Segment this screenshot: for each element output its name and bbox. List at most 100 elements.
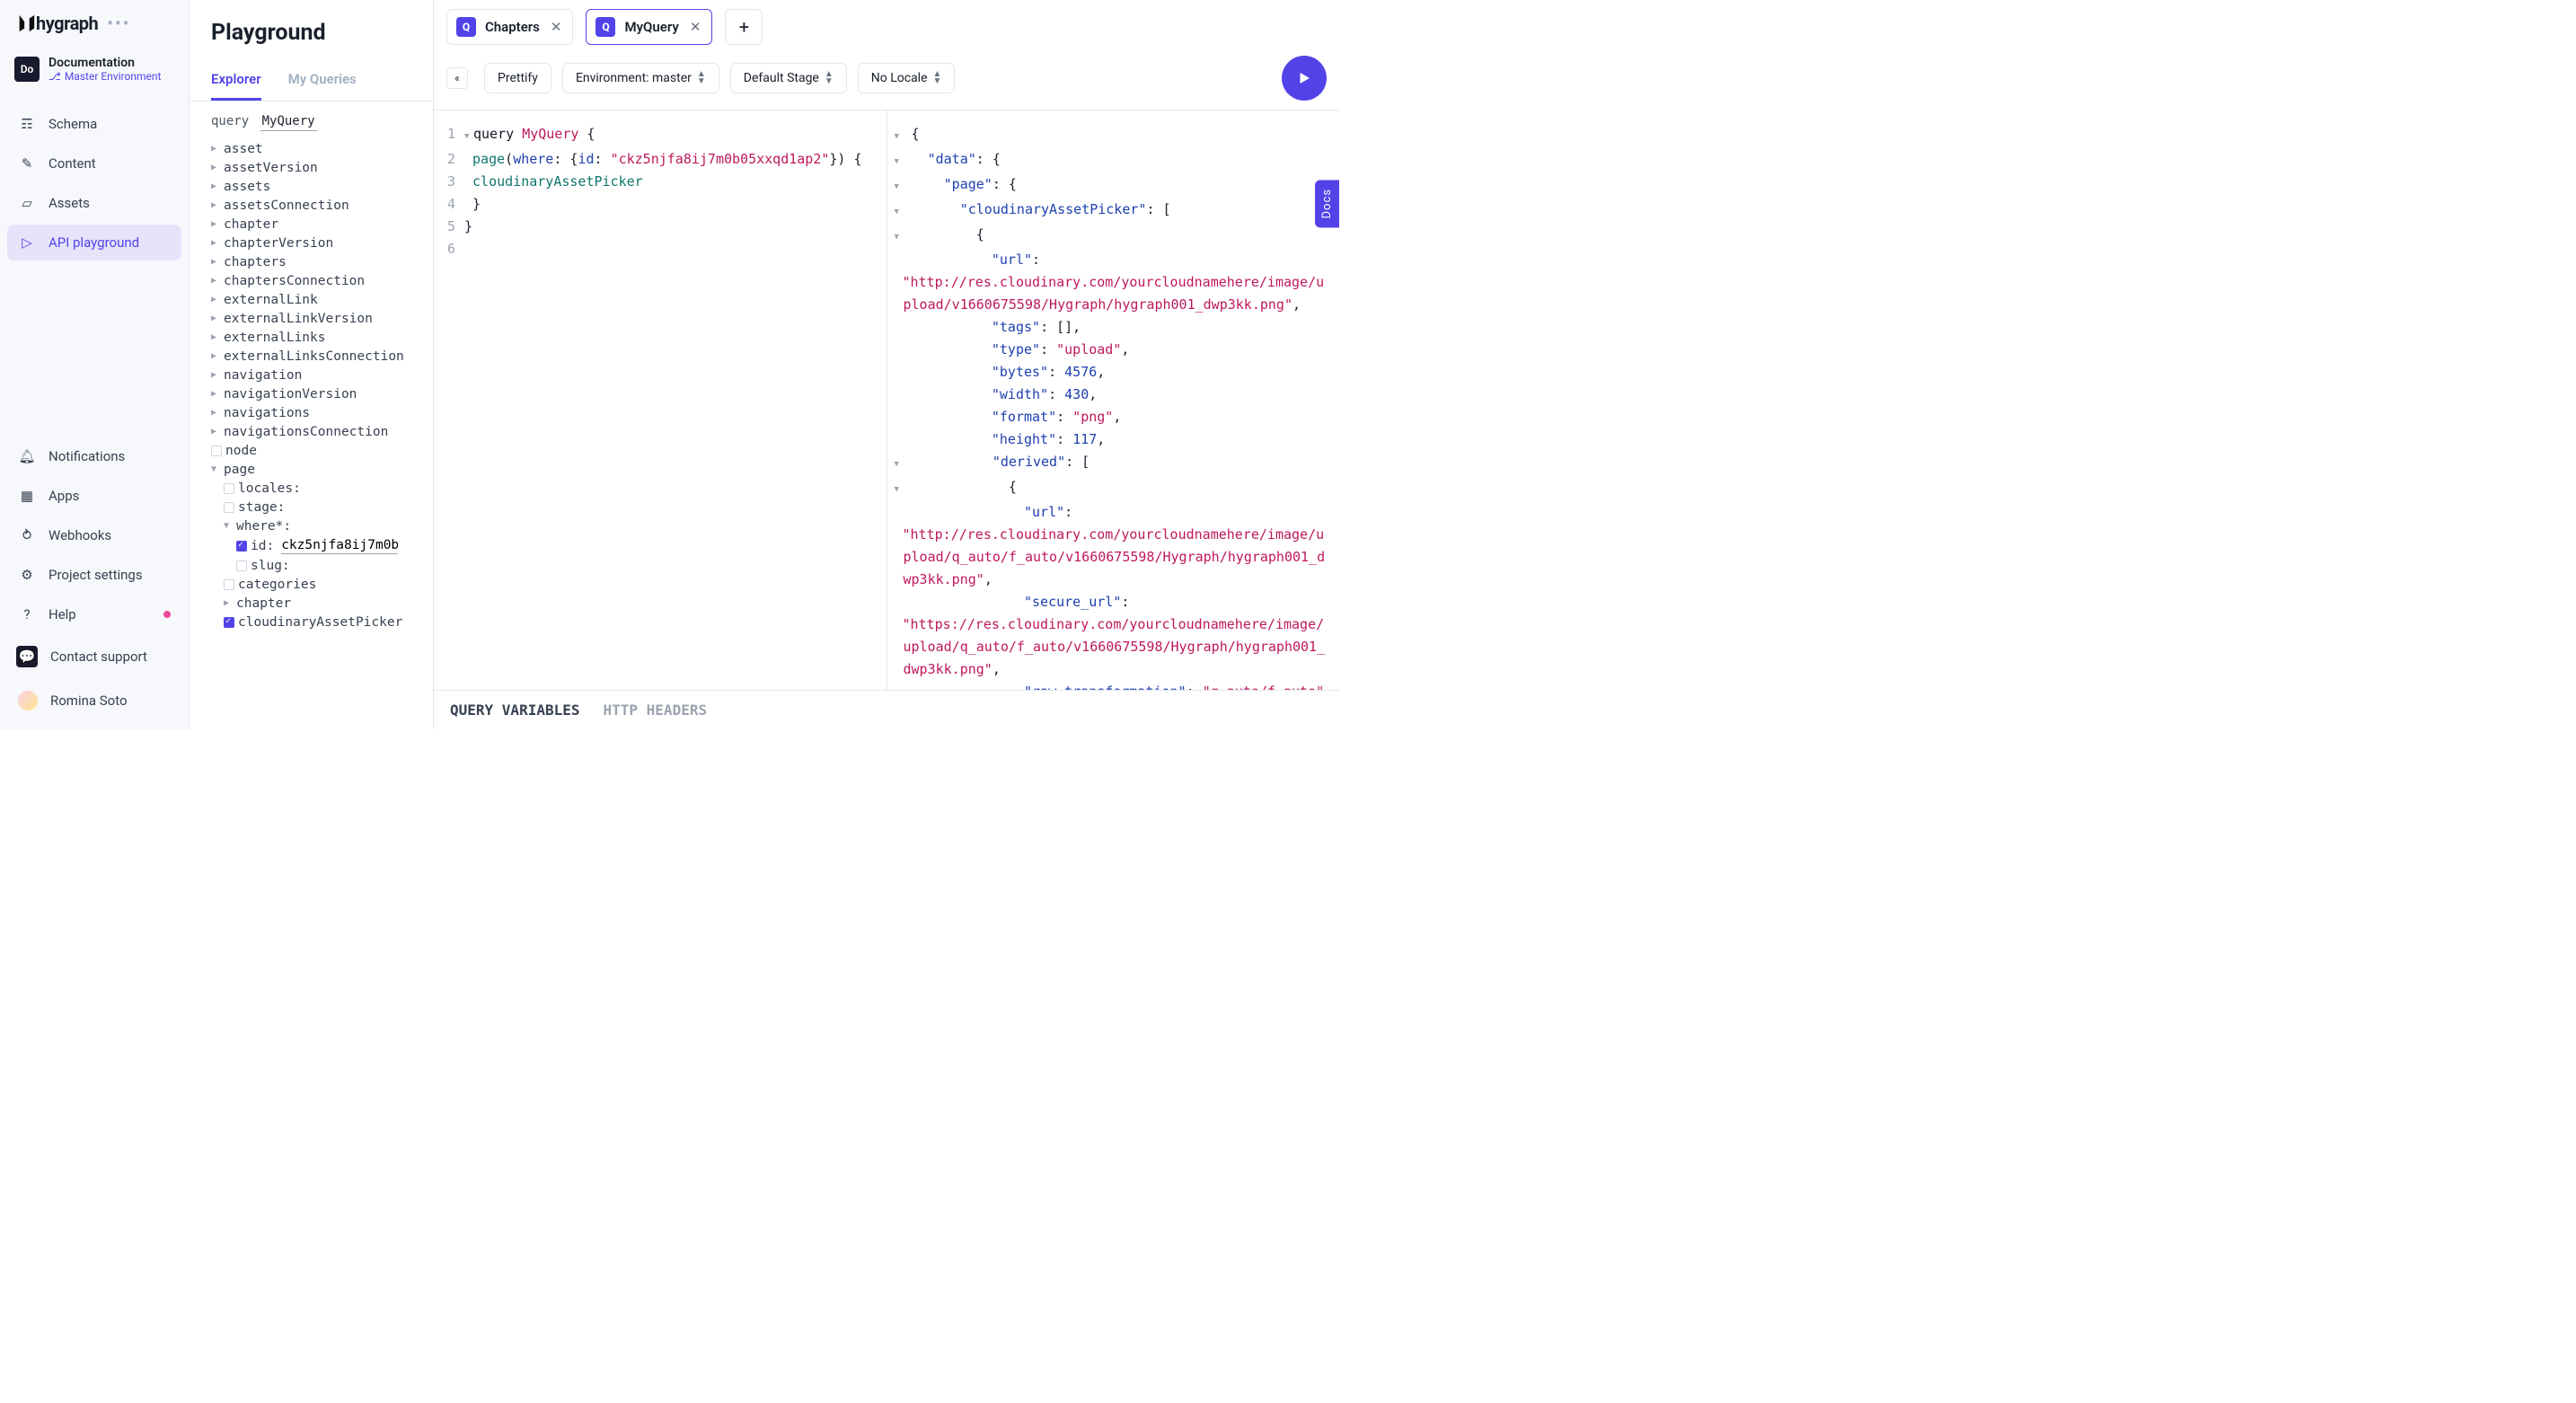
tab-query-variables[interactable]: QUERY VARIABLES xyxy=(450,702,580,719)
tab-my-queries[interactable]: My Queries xyxy=(288,60,357,101)
edit-icon: ✎ xyxy=(18,155,36,172)
tree-slug[interactable]: slug: xyxy=(236,556,428,575)
nav-api-playground[interactable]: ▷API playground xyxy=(7,225,181,260)
play-icon: ▷ xyxy=(18,234,36,251)
nav-assets[interactable]: ▱Assets xyxy=(7,185,181,221)
grid-icon: ▦ xyxy=(18,488,36,504)
nav-help[interactable]: ?Help xyxy=(7,596,181,632)
tree-chapters[interactable]: ▶chapters xyxy=(211,252,428,271)
query-name-input[interactable]: MyQuery xyxy=(260,114,317,131)
id-input[interactable] xyxy=(281,538,398,554)
query-editor[interactable]: 1▼query MyQuery { 2 page(where: {id: "ck… xyxy=(434,110,887,690)
tree-where[interactable]: ▼where*: xyxy=(224,516,428,535)
tree-assets[interactable]: ▶assets xyxy=(211,177,428,196)
chevron-left-icon: « xyxy=(454,72,460,84)
stage-select[interactable]: Default Stage▲▼ xyxy=(730,63,847,93)
bottom-tabs: QUERY VARIABLES HTTP HEADERS xyxy=(434,690,1339,729)
nav-apps[interactable]: ▦Apps xyxy=(7,478,181,514)
close-icon[interactable]: ✕ xyxy=(688,19,703,35)
more-icon[interactable]: ••• xyxy=(107,13,130,34)
tree-chapter[interactable]: ▶chapter xyxy=(211,215,428,234)
checkbox-checked-icon[interactable] xyxy=(224,617,234,628)
explorer-panel: Playground Explorer My Queries query MyQ… xyxy=(190,0,434,729)
schema-tree: ▶asset ▶assetVersion ▶assets ▶assetsConn… xyxy=(190,137,433,729)
sidebar: hygraph ••• Do Documentation ⎇Master Env… xyxy=(0,0,190,729)
toolbar: « Prettify Environment: master▲▼ Default… xyxy=(434,45,1339,110)
nav-webhooks[interactable]: ⥁Webhooks xyxy=(7,517,181,553)
sort-icon: ▲▼ xyxy=(933,71,942,85)
image-icon: ▱ xyxy=(18,195,36,211)
tree-navigation[interactable]: ▶navigation xyxy=(211,366,428,384)
tree-locales[interactable]: locales: xyxy=(224,479,428,498)
tree-navigationsConnection[interactable]: ▶navigationsConnection xyxy=(211,422,428,441)
nav-primary: ☶Schema ✎Content ▱Assets ▷API playground xyxy=(0,97,189,260)
sort-icon: ▲▼ xyxy=(697,71,706,85)
tree-cloudinaryAssetPicker[interactable]: cloudinaryAssetPicker xyxy=(224,613,428,631)
branch-icon: ⎇ xyxy=(49,70,61,83)
collapse-button[interactable]: « xyxy=(446,67,468,89)
help-badge xyxy=(163,611,171,618)
checkbox-icon[interactable] xyxy=(224,579,234,590)
tree-chapter-child[interactable]: ▶chapter xyxy=(224,594,428,613)
workspace-badge: Do xyxy=(14,57,40,82)
tree-assetsConnection[interactable]: ▶assetsConnection xyxy=(211,196,428,215)
tree-asset[interactable]: ▶asset xyxy=(211,139,428,158)
environment-select[interactable]: Environment: master▲▼ xyxy=(562,63,719,93)
tree-node[interactable]: node xyxy=(211,441,428,460)
play-fill-icon xyxy=(1296,70,1312,86)
close-icon[interactable]: ✕ xyxy=(549,19,564,35)
nav-notifications[interactable]: 🔔︎Notifications xyxy=(7,438,181,474)
tree-externalLinksConnection[interactable]: ▶externalLinksConnection xyxy=(211,347,428,366)
nav-content[interactable]: ✎Content xyxy=(7,146,181,181)
checkbox-icon[interactable] xyxy=(211,446,222,456)
checkbox-checked-icon[interactable] xyxy=(236,541,247,551)
checkbox-icon[interactable] xyxy=(236,560,247,571)
query-tabs: Q Chapters ✕ Q MyQuery ✕ + xyxy=(434,0,1339,45)
tree-externalLinkVersion[interactable]: ▶externalLinkVersion xyxy=(211,309,428,328)
tree-chaptersConnection[interactable]: ▶chaptersConnection xyxy=(211,271,428,290)
logo[interactable]: hygraph ••• xyxy=(0,13,189,50)
tree-externalLink[interactable]: ▶externalLink xyxy=(211,290,428,309)
locale-select[interactable]: No Locale▲▼ xyxy=(858,63,956,93)
tree-id[interactable]: id: xyxy=(236,535,428,556)
workspace-title: Documentation xyxy=(49,56,161,70)
tree-chapterVersion[interactable]: ▶chapterVersion xyxy=(211,234,428,252)
query-name-row: query MyQuery xyxy=(190,101,433,137)
tree-navigationVersion[interactable]: ▶navigationVersion xyxy=(211,384,428,403)
tree-page[interactable]: ▼page xyxy=(211,460,428,479)
checkbox-icon[interactable] xyxy=(224,502,234,513)
help-icon: ? xyxy=(18,606,36,622)
nav-contact-support[interactable]: 💬Contact support xyxy=(7,636,181,677)
nav-user[interactable]: Romina Soto xyxy=(7,681,181,720)
chat-icon: 💬 xyxy=(16,646,38,667)
prettify-button[interactable]: Prettify xyxy=(484,63,551,93)
logo-text: hygraph xyxy=(36,13,98,34)
tab-explorer[interactable]: Explorer xyxy=(211,60,261,101)
explorer-tabs: Explorer My Queries xyxy=(190,60,433,101)
tree-externalLinks[interactable]: ▶externalLinks xyxy=(211,328,428,347)
nav-secondary: 🔔︎Notifications ▦Apps ⥁Webhooks ⚙Project… xyxy=(0,435,189,729)
nav-schema[interactable]: ☶Schema xyxy=(7,106,181,142)
tree-stage[interactable]: stage: xyxy=(224,498,428,516)
nav-project-settings[interactable]: ⚙Project settings xyxy=(7,557,181,593)
workspace-selector[interactable]: Do Documentation ⎇Master Environment xyxy=(0,50,189,97)
run-button[interactable] xyxy=(1282,56,1327,101)
workspace-env: ⎇Master Environment xyxy=(49,70,161,83)
gear-icon: ⚙ xyxy=(18,567,36,583)
tree-navigations[interactable]: ▶navigations xyxy=(211,403,428,422)
docs-tab[interactable]: Docs xyxy=(1315,180,1339,227)
add-tab-button[interactable]: + xyxy=(725,9,763,45)
avatar xyxy=(18,691,38,710)
tab-chapters[interactable]: Q Chapters ✕ xyxy=(446,9,573,45)
bell-icon: 🔔︎ xyxy=(18,448,36,464)
result-panel[interactable]: ▼ { ▼ "data": { ▼ "page": { ▼ "cloudinar… xyxy=(887,110,1340,690)
tree-assetVersion[interactable]: ▶assetVersion xyxy=(211,158,428,177)
sort-icon: ▲▼ xyxy=(825,71,834,85)
tab-myquery[interactable]: Q MyQuery ✕ xyxy=(586,9,712,45)
tree-categories[interactable]: categories xyxy=(224,575,428,594)
query-badge-icon: Q xyxy=(456,17,476,37)
layers-icon: ☶ xyxy=(18,116,36,132)
tab-http-headers[interactable]: HTTP HEADERS xyxy=(604,702,708,719)
checkbox-icon[interactable] xyxy=(224,483,234,494)
webhook-icon: ⥁ xyxy=(18,527,36,543)
